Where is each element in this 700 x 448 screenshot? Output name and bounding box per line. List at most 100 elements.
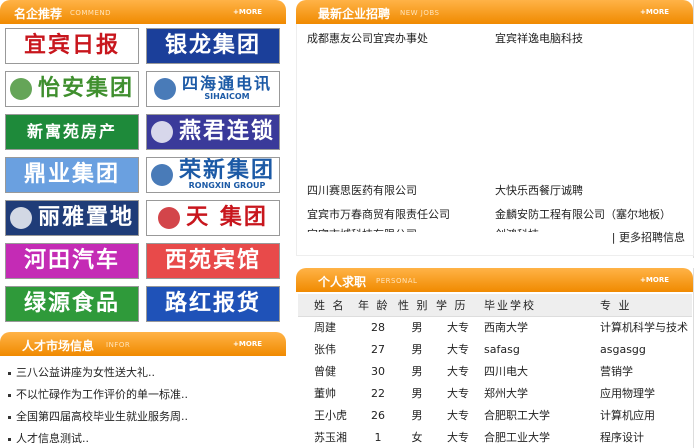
table-cell: 计算机应用: [600, 409, 655, 422]
job-link[interactable]: 大快乐西餐厅诚聘: [495, 182, 583, 198]
table-cell: 1: [374, 430, 382, 444]
job-link[interactable]: 成都惠友公司宜宾办事处: [307, 30, 428, 46]
panel-subtitle: PERSONAL: [376, 277, 418, 285]
table-row[interactable]: 周建 28 男 大专 西南大学 计算机科学与技术: [298, 316, 692, 338]
job-link[interactable]: 金麟安防工程有限公司（塞尔地板）: [495, 206, 671, 222]
news-item[interactable]: 全国第四届高校毕业生就业服务周..: [8, 406, 286, 428]
latest-jobs-panel: 最新企业招聘 NEW JOBS +MORE 成都惠友公司宜宾办事处 宜宾祥逸电脑…: [296, 0, 694, 258]
logo-subtext: SIHAICOM: [204, 92, 250, 102]
table-cell: 大专: [447, 431, 469, 444]
more-link[interactable]: +MORE: [640, 8, 669, 16]
company-logo[interactable]: 新寓苑房产: [5, 114, 139, 150]
table-cell: 大专: [447, 387, 469, 400]
table-row[interactable]: 王小虎 26 男 大专 合肥职工大学 计算机应用: [298, 404, 692, 426]
seekers-table: 姓 名 年 龄 性 别 学 历 毕业学校 专 业 周建 28 男大专 西南大学 计算机科…: [298, 294, 692, 448]
news-list: 三八公益讲座为女性送大礼.. 不以忙碌作为工作评价的单一标准.. 全国第四届高校…: [0, 356, 286, 448]
logo-text: 西苑宾馆: [164, 247, 261, 274]
logo-text: 宜宾日报: [23, 32, 120, 59]
logo-text: 新寓苑房产: [26, 121, 117, 141]
logo-text: 路红报货: [164, 290, 261, 317]
table-cell: 大专: [447, 409, 469, 422]
yanjun-logo-icon: [150, 121, 173, 143]
news-item[interactable]: 不以忙碌作为工作评价的单一标准..: [8, 384, 286, 406]
table-row[interactable]: 董帅 22 男 大专 郑州大学 应用物理学: [298, 382, 692, 404]
more-link[interactable]: +MORE: [233, 340, 262, 348]
job-link[interactable]: 宜宾市万春商贸有限责任公司: [307, 206, 450, 222]
news-item[interactable]: 人才信息测试..: [8, 428, 286, 448]
table-row[interactable]: 苏玉湘 1 女 大专 合肥工业大学 程序设计: [298, 426, 692, 448]
company-logo[interactable]: 河田汽车: [5, 243, 139, 279]
panel-title: 个人求职: [318, 275, 367, 289]
more-link[interactable]: +MORE: [640, 276, 669, 284]
table-cell: 男: [411, 321, 423, 335]
table-cell: 曾健: [314, 365, 336, 378]
company-logo[interactable]: 宜宾日报: [5, 28, 139, 64]
panel-title: 名企推荐: [14, 7, 63, 21]
panel-subtitle: INFOR: [106, 341, 131, 349]
talent-market-panel: 人才市场信息 INFOR +MORE 三八公益讲座为女性送大礼.. 不以忙碌作为…: [0, 332, 286, 448]
table-cell: 男: [411, 387, 423, 400]
column-header: 性 别: [398, 294, 436, 317]
logo-text: 鼎业集团: [23, 161, 120, 188]
column-header: 毕业学校: [480, 294, 590, 317]
table-cell: safasg: [484, 342, 520, 356]
news-item[interactable]: 三八公益讲座为女性送大礼..: [8, 362, 286, 384]
more-link[interactable]: +MORE: [233, 8, 262, 16]
panel-header: 名企推荐 COMMEND +MORE: [0, 0, 286, 24]
table-row[interactable]: 张伟 27 男 大专 safasg asgasgg: [298, 338, 692, 360]
company-logo[interactable]: 天 集团: [146, 200, 280, 236]
table-cell: 男: [411, 365, 423, 378]
tian-logo-icon: [158, 207, 181, 229]
company-logo[interactable]: 丽雅置地: [5, 200, 139, 236]
table-cell: 22: [371, 386, 385, 400]
column-header: 学 历: [436, 294, 480, 317]
table-cell: 26: [371, 408, 385, 422]
company-logo[interactable]: 银龙集团: [146, 28, 280, 64]
table-cell: 大专: [447, 365, 469, 378]
bullet-icon: [8, 371, 11, 375]
table-cell: 郑州大学: [484, 387, 528, 400]
table-cell: 27: [371, 342, 385, 356]
panel-subtitle: COMMEND: [70, 9, 112, 17]
company-logo[interactable]: 西苑宾馆: [146, 243, 280, 279]
logo-subtext: RONGXIN GROUP: [188, 181, 266, 191]
logo-text: 银龙集团: [164, 32, 261, 59]
table-cell: 董帅: [314, 387, 336, 400]
job-link[interactable]: 创鸿科技: [495, 226, 539, 232]
table-cell: 合肥职工大学: [484, 409, 550, 422]
company-logo[interactable]: 路红报货: [146, 286, 280, 322]
table-cell: asgasgg: [600, 342, 646, 356]
table-cell: 应用物理学: [600, 387, 655, 400]
job-link[interactable]: 宜宾市城科技有限公司: [307, 226, 417, 232]
yian-logo-icon: [9, 78, 32, 100]
company-logo[interactable]: 四海通电讯 SIHAICOM: [146, 71, 280, 107]
company-logo[interactable]: 鼎业集团: [5, 157, 139, 193]
table-cell: 西南大学: [484, 321, 528, 335]
table-cell: 四川电大: [484, 365, 528, 378]
table-cell: 合肥工业大学: [484, 431, 550, 444]
logo-text: 燕君连锁: [178, 118, 275, 145]
sihaitong-logo-icon: [153, 78, 176, 100]
more-jobs-link[interactable]: | 更多招聘信息: [612, 229, 685, 245]
company-logo[interactable]: 燕君连锁: [146, 114, 280, 150]
panel-header: 最新企业招聘 NEW JOBS +MORE: [296, 0, 693, 24]
column-header: 专 业: [590, 294, 692, 317]
job-link[interactable]: 宜宾祥逸电脑科技: [495, 30, 583, 46]
job-link[interactable]: 四川赛思医药有限公司: [307, 182, 417, 198]
table-row[interactable]: 曾健 30 男 大专 四川电大 营销学: [298, 360, 692, 382]
table-cell: 王小虎: [314, 409, 347, 422]
column-header: 年 龄: [358, 294, 398, 317]
company-logo[interactable]: 怡安集团: [5, 71, 139, 107]
bullet-icon: [8, 437, 11, 441]
table-cell: 28: [371, 320, 385, 334]
company-logo[interactable]: 荣新集团 RONGXIN GROUP: [146, 157, 280, 193]
table-cell: 张伟: [314, 343, 336, 356]
logo-text: 怡安集团: [37, 75, 134, 102]
table-cell: 大专: [447, 343, 469, 356]
company-logo[interactable]: 绿源食品: [5, 286, 139, 322]
table-cell: 营销学: [600, 365, 633, 378]
rongxin-logo-icon: [150, 164, 173, 186]
logo-text: 天 集团: [186, 204, 268, 231]
jobs-list: 成都惠友公司宜宾办事处 宜宾祥逸电脑科技 四川赛思医药有限公司 大快乐西餐厅诚聘…: [296, 24, 694, 256]
table-cell: 30: [371, 364, 385, 378]
